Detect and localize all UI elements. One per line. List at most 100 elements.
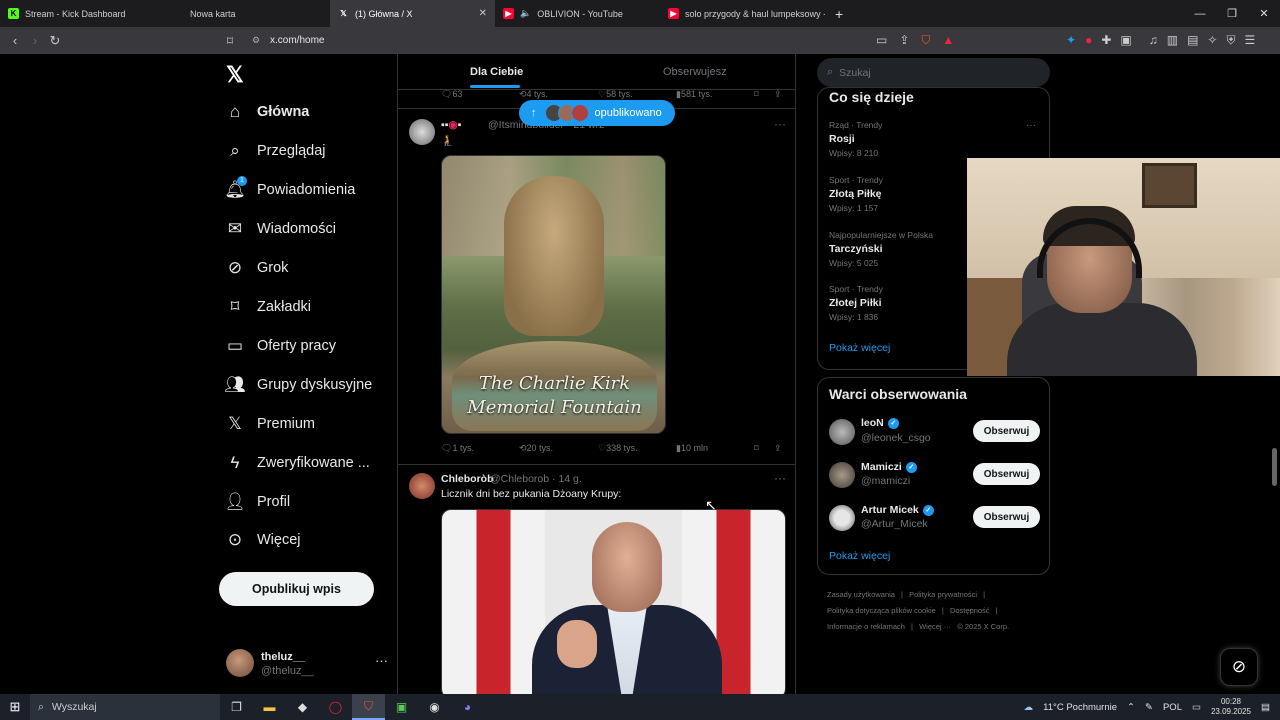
brave-icon[interactable]: ⛉ [352,694,385,720]
avatar[interactable] [409,119,435,145]
publish-post-button[interactable]: Opublikuj wpis [219,572,374,606]
extension-icon[interactable]: ● [1085,33,1092,48]
discord-icon[interactable]: ◕ [451,694,484,720]
follow-button[interactable]: Obserwuj [973,506,1040,528]
tab-x-home[interactable]: 𝕏 (1) Główna / X ✕ [330,0,495,27]
url-field[interactable]: ⚙ x.com/home [220,30,970,51]
wallet-icon[interactable]: ▤ [1187,33,1198,48]
close-window-icon[interactable]: ✕ [1248,0,1280,27]
views-button[interactable]: ▮ 10 mln [676,443,708,454]
file-explorer-icon[interactable]: ▬ [253,694,286,720]
suggested-user-name[interactable]: Mamiczi ✓ [861,461,917,473]
show-more-link[interactable]: Pokaż więcej [829,342,890,354]
trend-name[interactable]: Złotej Piłki [829,297,882,309]
more-icon[interactable]: ··· [1026,120,1036,131]
nav-item-profile[interactable]: 👤︎ Profil [218,487,396,517]
trend-name[interactable]: Rosji [829,133,855,145]
weather-text[interactable]: 11°C Pochmurnie [1043,702,1117,713]
nav-item-more[interactable]: ⊙ Więcej [218,525,396,555]
tab-new-tab[interactable]: Nowa karta [165,0,330,27]
tweet-author-name[interactable]: ▪▪◉▪ [441,119,461,131]
more-icon[interactable]: ··· [774,117,786,131]
avatar[interactable] [829,419,855,445]
footer-link[interactable]: Informacje o reklamach [827,622,905,631]
vpn-icon[interactable]: ⛨ [1226,33,1235,48]
opera-icon[interactable]: ◯ [319,694,352,720]
views-button[interactable]: ▮ 581 tys. [676,89,712,100]
share-icon[interactable]: ⇪ [774,443,782,454]
obs-icon[interactable]: ◉ [418,694,451,720]
tweet-author-name[interactable]: Chleboròb [441,473,494,485]
show-more-link[interactable]: Pokaż więcej [829,550,890,562]
more-icon[interactable]: ··· [375,653,388,668]
new-posts-pill[interactable]: ↑ opublikowano [519,100,675,126]
taskbar-search[interactable]: ⌕ Wyszukaj [30,694,220,720]
tab-for-you[interactable]: Dla Ciebie [470,66,523,78]
avatar[interactable] [409,473,435,499]
extension-icon[interactable]: ✦ [1066,33,1076,48]
bookmark-icon[interactable]: ⌑ [754,443,759,454]
nav-item-bookmarks[interactable]: ⌑ Zakładki [218,292,396,322]
network-icon[interactable]: ▭ [1192,702,1201,713]
follow-button[interactable]: Obserwuj [973,420,1040,442]
tweet-image[interactable]: The Charlie Kirk Memorial Fountain [441,155,666,434]
language-indicator[interactable]: POL [1163,702,1182,713]
pen-icon[interactable]: ✎ [1145,702,1153,713]
tab-solo-youtube[interactable]: ▶ solo przygody & haul lumpeksowy - [660,0,825,27]
brave-shields-icon[interactable]: ⛉ [921,33,930,48]
minimize-icon[interactable]: — [1184,0,1216,27]
nav-item-explore[interactable]: ⌕ Przeglądaj [218,136,396,166]
footer-link[interactable]: Dostępność [950,606,990,615]
puzzle-icon[interactable]: ✚ [1101,33,1111,48]
repost-button[interactable]: ⟲ 4 tys. [519,89,548,100]
restore-icon[interactable]: ❐ [1216,0,1248,27]
media-icon[interactable]: ♫ [1149,33,1158,48]
nav-item-verified-orgs[interactable]: ϟ Zweryfikowane ... [218,448,396,478]
account-switcher[interactable]: theluz__ @theluz__ ··· [226,649,388,679]
tab-oblivion-youtube[interactable]: ▶ 🔈 OBLIVION - YouTube [495,0,660,27]
app-icon[interactable]: ▣ [385,694,418,720]
nav-item-messages[interactable]: ✉ Wiadomości [218,214,396,244]
trend-name[interactable]: Złotą Piłkę [829,188,882,200]
search-input[interactable]: ⌕ Szukaj [817,58,1050,87]
tab-following[interactable]: Obserwujesz [663,66,727,78]
scrollbar[interactable] [1272,448,1277,486]
share-icon[interactable]: ⇪ [774,89,782,100]
reply-button[interactable]: 🗨︎ 1 tys. [441,443,474,454]
tweet-handle[interactable]: @Chleborob · 14 g. [490,473,582,485]
tweet-image[interactable] [441,509,786,694]
reload-icon[interactable]: ↻ [45,33,65,49]
forward-icon[interactable]: › [25,33,45,48]
speaker-icon[interactable]: 🔈 [520,8,531,19]
leo-icon[interactable]: ✧ [1207,33,1217,48]
bookmark-icon[interactable]: ⌑ [754,89,759,100]
footer-link[interactable]: Zasady użytkowania [827,590,895,599]
nav-item-communities[interactable]: 👥︎ Grupy dyskusyjne [218,370,396,400]
follow-button[interactable]: Obserwuj [973,463,1040,485]
app-icon[interactable]: ◆ [286,694,319,720]
trend-name[interactable]: Tarczyński [829,243,883,255]
suggested-user-name[interactable]: Artur Micek ✓ [861,504,934,516]
notifications-icon[interactable]: ▤ [1261,702,1270,713]
nav-item-home[interactable]: ⌂ Główna [218,97,396,127]
footer-link[interactable]: Polityka dotycząca plików cookie [827,606,936,615]
new-tab-button[interactable]: + [825,6,853,22]
footer-link[interactable]: Polityka prywatności [909,590,977,599]
tab-kick-dashboard[interactable]: K Stream - Kick Dashboard [0,0,165,27]
cast-icon[interactable]: ▭ [876,33,887,48]
clock[interactable]: 00:28 23.09.2025 [1211,697,1251,717]
nav-item-grok[interactable]: ⊘ Grok [218,253,396,283]
close-icon[interactable]: ✕ [479,8,487,19]
share-icon[interactable]: ⇪ [899,33,909,48]
chevron-up-icon[interactable]: ⌃ [1127,702,1135,713]
avatar[interactable] [829,505,855,531]
suggested-user-name[interactable]: leoN ✓ [861,417,899,429]
grok-button[interactable]: ⊘ [1220,648,1258,686]
menu-icon[interactable]: ☰ [1244,33,1255,48]
more-icon[interactable]: ··· [774,471,786,485]
nav-item-jobs[interactable]: ▭ Oferty pracy [218,331,396,361]
sidebar-icon[interactable]: ▥ [1167,33,1178,48]
nav-item-premium[interactable]: 𝕏 Premium [218,409,396,439]
site-info-icon[interactable]: ⚙ [252,35,262,45]
brave-rewards-icon[interactable]: ▲ [942,33,954,48]
